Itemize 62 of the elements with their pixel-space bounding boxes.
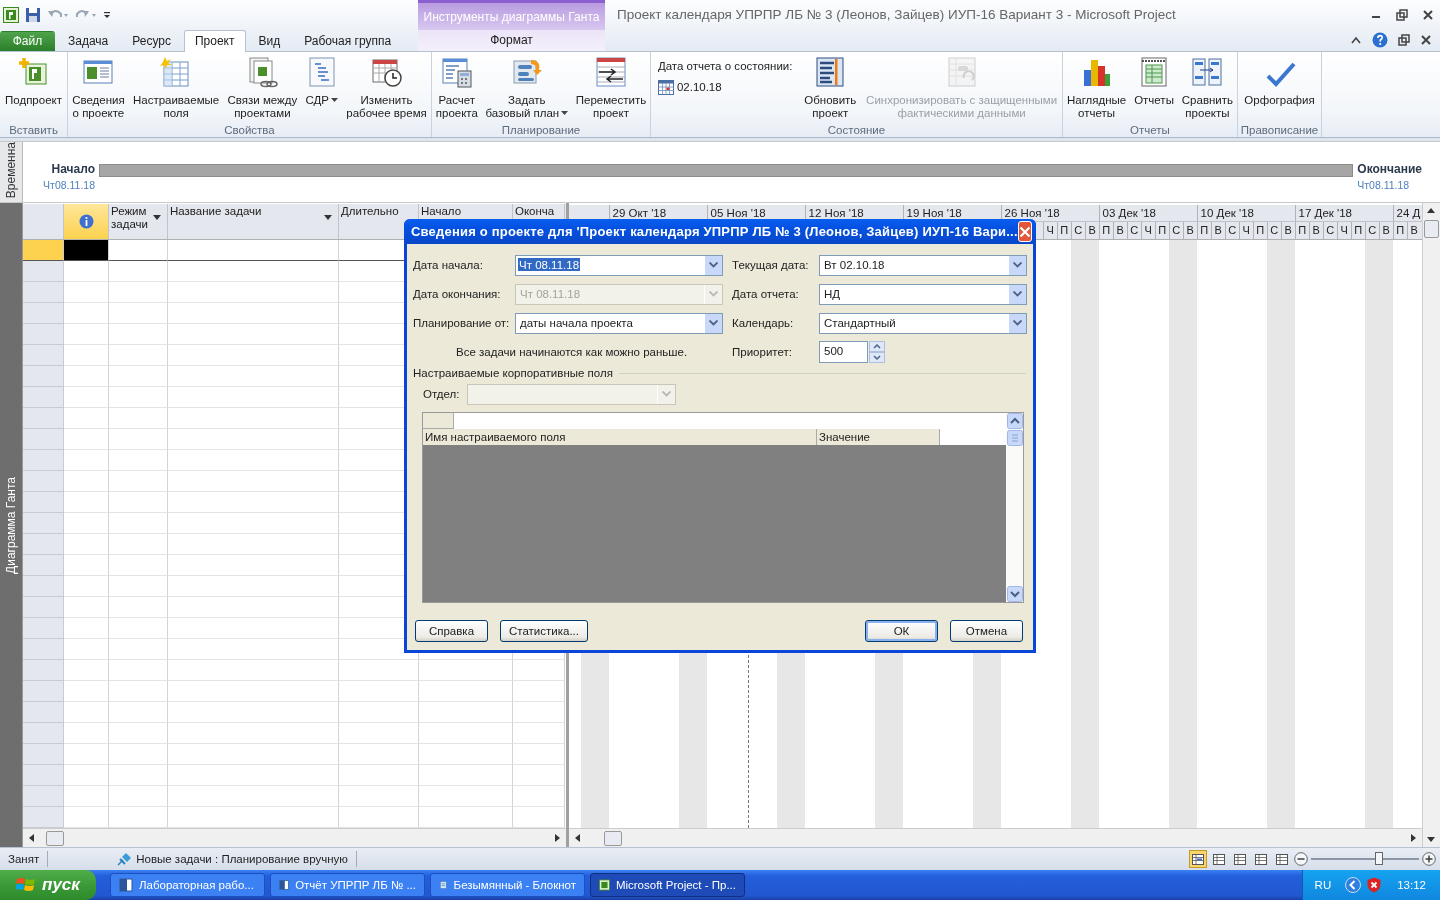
timescale-day-label: В (1182, 222, 1197, 240)
timescale-day-label: В (1308, 222, 1323, 240)
timescale-day-label: В (1084, 222, 1099, 240)
timescale-week-label: 19 Ноя '18 (906, 207, 962, 220)
field-label: Дата отчета: (732, 288, 800, 300)
timescale-day-label: П (1252, 222, 1267, 240)
timescale-day-label: В (1280, 222, 1295, 240)
status-mode: Занят (0, 851, 49, 868)
timescale-week-label: 03 Дек '18 (1102, 207, 1156, 220)
field-label: Дата начала: (413, 259, 484, 271)
ribbon-group-label: Правописание (1240, 124, 1319, 138)
timeline-start-label: Начало (51, 162, 95, 177)
timescale-day-label: С (1364, 222, 1379, 240)
ribbon-group-label: Планирование (501, 124, 581, 138)
timeline-end-label: Окончание (1357, 162, 1422, 177)
timescale-day-label: П (1294, 222, 1309, 240)
timescale-day-label: Ч (1336, 222, 1351, 240)
ribbon-group-label: Состояние (827, 124, 886, 138)
timescale-week-label: 12 Ноя '18 (808, 207, 864, 220)
timescale-day-label: Ч (1042, 222, 1057, 240)
contextual-tab-group-header: Инструменты диаграммы Ганта (418, 0, 605, 30)
section-heading: Настраиваемые корпоративные поля (413, 367, 613, 379)
timescale-day-label: Ч (1140, 222, 1155, 240)
field-label: Отдел: (423, 388, 460, 400)
timescale-day-label: П (1098, 222, 1113, 240)
scheduling-note: Все задачи начинаются как можно раньше. (455, 346, 689, 358)
timescale-day-label: В (1378, 222, 1393, 240)
field-label: Текущая дата: (732, 259, 810, 271)
timescale-day-label: П (1056, 222, 1071, 240)
field-label: Календарь: (732, 317, 795, 329)
timescale-day-label: С (1070, 222, 1085, 240)
timescale-week-label: 24 Д (1396, 207, 1421, 220)
timescale-day-label: В (1210, 222, 1225, 240)
window-title: Проект календаря УПРПР ЛБ № 3 (Леонов, Зайцев) ИУП-16 Вариант 3 - Microsoft Project (616, 6, 1177, 24)
field-label: Приоритет: (732, 346, 793, 358)
timescale-week-label: 17 Дек '18 (1298, 207, 1352, 220)
ribbon-group-label: Свойства (224, 124, 275, 138)
timeline-start-date: Чт08.11.18 (43, 179, 95, 192)
timescale-day-label: С (1168, 222, 1183, 240)
timeline-end-date: Чт08.11.18 (1357, 179, 1411, 192)
timescale-week-label: 05 Ноя '18 (710, 207, 766, 220)
field-label: Дата окончания: (413, 288, 502, 300)
timescale-day-label: С (1126, 222, 1141, 240)
timescale-week-label: 26 Ноя '18 (1004, 207, 1060, 220)
timescale-day-label: С (1322, 222, 1337, 240)
timescale-day-label: Ч (1238, 222, 1253, 240)
timescale-day-label: П (1350, 222, 1365, 240)
ribbon-group-label: Отчеты (1130, 124, 1170, 138)
timescale-day-label: С (1266, 222, 1281, 240)
status-date-label: Дата отчета о состоянии: (657, 59, 793, 72)
ribbon-group-label: Вставить (9, 124, 58, 138)
timescale-week-label: 10 Дек '18 (1200, 207, 1254, 220)
dialog-title: Сведения о проекте для 'Проект календаря УПРПР ЛБ № 3 (Леонов, Зайцев) ИУП-16 Вари... (411, 224, 1018, 239)
timescale-day-label: П (1154, 222, 1169, 240)
timescale-day-label: П (1392, 222, 1407, 240)
clock: 13:12 (1397, 879, 1426, 891)
field-label: Планирование от: (413, 317, 511, 329)
timescale-day-label: В (1112, 222, 1127, 240)
timescale-day-label: П (1196, 222, 1211, 240)
timescale-week-label: 29 Окт '18 (612, 207, 667, 220)
timescale-day-label: В (1406, 222, 1421, 240)
timescale-day-label: С (1224, 222, 1239, 240)
